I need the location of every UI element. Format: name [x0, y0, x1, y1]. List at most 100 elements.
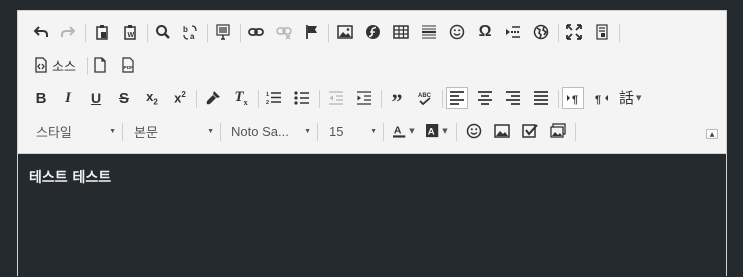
smiley-icon[interactable] [446, 21, 468, 43]
link-icon[interactable] [245, 21, 267, 43]
chevron-down-icon: ▼ [409, 126, 415, 135]
replace-icon[interactable]: ba [179, 21, 201, 43]
style-dropdown[interactable]: 스타일 ▼ [32, 120, 118, 142]
redo-icon[interactable] [57, 21, 79, 43]
copy-format-icon[interactable] [202, 87, 224, 109]
toolbar-separator [207, 24, 208, 42]
format-dropdown[interactable]: 본문 ▼ [130, 120, 216, 142]
font-dropdown[interactable]: Noto Sa... ▼ [227, 120, 313, 142]
flash-icon[interactable] [362, 21, 384, 43]
spellcheck-icon[interactable]: ABC [414, 87, 436, 109]
toolbar-separator [442, 90, 443, 108]
subscript-icon[interactable]: x2 [141, 87, 163, 109]
toolbar-separator [575, 123, 576, 141]
show-blocks-icon[interactable] [591, 21, 613, 43]
toolbar-separator [319, 90, 320, 108]
chevron-down-icon: ▼ [109, 127, 116, 135]
paste-icon[interactable] [91, 21, 113, 43]
ltr-icon[interactable]: ¶ [562, 87, 584, 109]
bg-color-icon[interactable]: A ▼ [423, 120, 451, 142]
strike-icon[interactable]: S [113, 87, 135, 109]
page-break-icon[interactable] [502, 21, 524, 43]
numbered-list-icon[interactable]: 12 [263, 87, 285, 109]
chevron-down-icon: ▼ [370, 127, 377, 135]
maximize-icon[interactable] [563, 21, 585, 43]
editor-content-area[interactable]: 테스트 테스트 [18, 153, 726, 277]
paste-from-word-icon[interactable]: W [119, 21, 141, 43]
special-char-icon[interactable]: Ω [474, 21, 496, 43]
indent-icon[interactable] [353, 87, 375, 109]
bold-icon[interactable]: B [30, 87, 52, 109]
italic-icon[interactable]: I [57, 87, 79, 109]
toolbar-separator [328, 24, 329, 42]
image-stack-icon[interactable] [547, 120, 569, 142]
toolbar-separator [456, 123, 457, 141]
anchor-flag-icon[interactable] [301, 21, 323, 43]
remove-format-icon[interactable]: Tx [230, 87, 252, 109]
align-center-icon[interactable] [474, 87, 496, 109]
svg-text:¶: ¶ [595, 94, 601, 106]
superscript-icon[interactable]: x2 [169, 87, 191, 109]
toolbar-separator [558, 24, 559, 42]
horizontal-rule-icon[interactable] [418, 21, 440, 43]
toolbar-separator [558, 90, 559, 108]
toolbar-separator [381, 90, 382, 108]
collapse-toolbar-icon[interactable]: ▲ [706, 129, 718, 139]
checkbox-icon[interactable] [519, 120, 541, 142]
image-gallery-icon[interactable] [491, 120, 513, 142]
source-icon[interactable] [30, 54, 52, 76]
new-page-icon[interactable] [89, 54, 111, 76]
editor-toolbar: W ba Ω 소스 PDF B I U S x2 x2 Tx 1 2 ” ABC… [18, 11, 726, 153]
toolbar-separator [147, 24, 148, 42]
svg-text:¶: ¶ [572, 94, 578, 106]
font-size-dropdown[interactable]: 15 ▼ [325, 120, 379, 142]
export-pdf-icon[interactable]: PDF [117, 54, 139, 76]
toolbar-row-1: W ba Ω [18, 19, 726, 45]
image-icon[interactable] [334, 21, 356, 43]
undo-icon[interactable] [30, 21, 52, 43]
unlink-icon[interactable] [273, 21, 295, 43]
style-dropdown-value: 스타일 [36, 124, 72, 140]
chevron-down-icon: ▼ [304, 127, 311, 135]
align-left-icon[interactable] [446, 87, 468, 109]
toolbar-separator [220, 123, 221, 141]
toolbar-separator [383, 123, 384, 141]
toolbar-row-4: 스타일 ▼ 본문 ▼ Noto Sa... ▼ 15 ▼ A ▼ A ▼ [18, 118, 726, 144]
svg-text:2: 2 [266, 100, 269, 106]
align-right-icon[interactable] [502, 87, 524, 109]
svg-text:A: A [394, 125, 402, 137]
underline-icon[interactable]: U [85, 87, 107, 109]
svg-text:A: A [428, 127, 435, 138]
iframe-globe-icon[interactable] [530, 21, 552, 43]
svg-text:W: W [128, 32, 135, 39]
emoji-icon[interactable] [463, 120, 485, 142]
rich-text-editor: W ba Ω 소스 PDF B I U S x2 x2 Tx 1 2 ” ABC… [17, 10, 727, 277]
chevron-down-icon: ▼ [207, 127, 214, 135]
outdent-icon[interactable] [325, 87, 347, 109]
select-all-icon[interactable] [212, 21, 234, 43]
content-paragraph[interactable]: 테스트 테스트 [29, 167, 111, 187]
blockquote-icon[interactable]: ” [386, 87, 408, 113]
svg-text:PDF: PDF [124, 65, 134, 71]
svg-text:a: a [190, 32, 195, 40]
toolbar-separator [619, 24, 620, 42]
toolbar-row-2: 소스 PDF [18, 52, 726, 78]
toolbar-separator [85, 24, 86, 42]
svg-text:b: b [183, 25, 188, 34]
toolbar-separator [317, 123, 318, 141]
toolbar-separator [87, 57, 88, 75]
chevron-down-icon: ▼ [636, 93, 642, 102]
find-icon[interactable] [152, 21, 174, 43]
toolbar-separator [122, 123, 123, 141]
rtl-icon[interactable]: ¶ [591, 87, 613, 109]
font-size-dropdown-value: 15 [329, 123, 344, 139]
language-icon[interactable]: 話 ▼ [619, 87, 649, 109]
svg-text:1: 1 [266, 92, 269, 98]
text-color-icon[interactable]: A ▼ [390, 120, 418, 142]
source-label[interactable]: 소스 [52, 52, 76, 78]
table-icon[interactable] [390, 21, 412, 43]
bulleted-list-icon[interactable] [291, 87, 313, 109]
align-justify-icon[interactable] [530, 87, 552, 109]
toolbar-separator [196, 90, 197, 108]
format-dropdown-value: 본문 [134, 124, 158, 140]
